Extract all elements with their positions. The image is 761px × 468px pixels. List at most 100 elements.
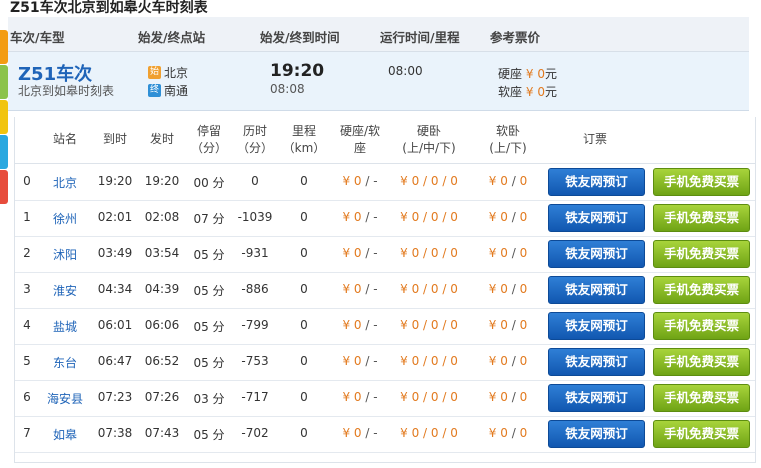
table-row: 2 沭阳 03:49 03:54 05 分 -931 0 ¥ 0 / - ¥ 0… [15, 236, 755, 273]
table-row: 5 东台 06:47 06:52 05 分 -753 0 ¥ 0 / - ¥ 0… [15, 344, 755, 381]
header-train: 车次/车型 [10, 30, 65, 45]
mobile-buy-button[interactable]: 手机免费买票 [653, 384, 750, 412]
row-depart: 07:26 [144, 390, 180, 404]
side-tab-blue[interactable] [0, 135, 8, 169]
row-arrive: 06:47 [97, 354, 133, 368]
mobile-buy-button[interactable]: 手机免费买票 [653, 204, 750, 232]
th-mileage-line1: 里程 [291, 124, 316, 138]
start-station: 始 北京 [148, 64, 188, 81]
row-hard-sleeper-price: ¥ 0 / 0 / 0 [393, 210, 465, 224]
mobile-buy-button[interactable]: 手机免费买票 [653, 240, 750, 268]
book-online-button[interactable]: 铁友网预订 [548, 348, 645, 376]
page-title: Z51车次北京到如皋火车时刻表 [10, 0, 208, 16]
price-lower: 0 [519, 282, 528, 296]
start-station-icon: 始 [148, 66, 161, 79]
price-sep: / [511, 426, 516, 440]
row-station-link[interactable]: 淮安 [45, 282, 85, 299]
th-elapsed-line1: 历时 [242, 124, 267, 138]
price-value: 0 [411, 210, 420, 224]
price-sep: / - [365, 282, 378, 296]
row-station-link[interactable]: 如皋 [45, 426, 85, 443]
book-online-button[interactable]: 铁友网预订 [548, 276, 645, 304]
th-mileage: 里程 （km） [281, 123, 327, 157]
price-lower: 0 [519, 390, 528, 404]
fare-soft-seat: 软座 ¥ 0元 [498, 83, 557, 100]
book-online-button[interactable]: 铁友网预订 [548, 312, 645, 340]
price-sep: / - [365, 174, 378, 188]
row-station-link[interactable]: 徐州 [45, 210, 85, 227]
book-online-button[interactable]: 铁友网预订 [548, 420, 645, 448]
price-currency: ¥ [488, 174, 497, 188]
row-elapsed: -931 [241, 246, 269, 260]
price-lower: 0 [450, 354, 458, 368]
row-index: 1 [23, 210, 31, 224]
row-soft-sleeper-price: ¥ 0 / 0 [478, 390, 538, 404]
row-hard-sleeper-price: ¥ 0 / 0 / 0 [393, 318, 465, 332]
row-arrive: 04:34 [97, 282, 133, 296]
row-station-link[interactable]: 海安县 [45, 390, 85, 407]
row-hard-sleeper-price: ¥ 0 / 0 / 0 [393, 246, 465, 260]
row-seat-price: ¥ 0 / - [332, 318, 388, 332]
row-index: 5 [23, 354, 31, 368]
mobile-buy-button[interactable]: 手机免费买票 [653, 312, 750, 340]
price-lower: 0 [519, 174, 528, 188]
header-fare: 参考票价 [490, 30, 541, 45]
price-sep: / - [365, 354, 378, 368]
price-value: 0 [353, 282, 362, 296]
th-seat: 硬座/软 座 [332, 123, 388, 157]
price-lower: 0 [519, 426, 528, 440]
th-soft-sleeper: 软卧 (上/下) [478, 123, 538, 157]
row-soft-sleeper-price: ¥ 0 / 0 [478, 426, 538, 440]
price-currency: ¥ [400, 354, 408, 368]
price-sep: / - [365, 210, 378, 224]
table-row: 3 淮安 04:34 04:39 05 分 -886 0 ¥ 0 / - ¥ 0… [15, 272, 755, 309]
row-station-link[interactable]: 东台 [45, 354, 85, 371]
price-value: 0 [500, 282, 508, 296]
row-depart: 04:39 [144, 282, 180, 296]
price-currency: ¥ [400, 174, 408, 188]
price-currency: ¥ [400, 246, 408, 260]
price-sep: / [511, 390, 516, 404]
th-mileage-line2: （km） [282, 141, 326, 155]
row-seat-price: ¥ 0 / - [332, 246, 388, 260]
fare-currency: ¥ [525, 85, 534, 99]
book-online-button[interactable]: 铁友网预订 [548, 204, 645, 232]
price-currency: ¥ [342, 426, 351, 440]
row-elapsed: -1039 [237, 210, 273, 224]
fare-value: 0 [537, 85, 545, 99]
book-online-button[interactable]: 铁友网预订 [548, 240, 645, 268]
price-currency: ¥ [400, 210, 408, 224]
left-side-tabs [0, 30, 8, 205]
side-tab-green[interactable] [0, 65, 8, 99]
price-value: 0 [353, 210, 362, 224]
book-online-button[interactable]: 铁友网预订 [548, 384, 645, 412]
mobile-buy-button[interactable]: 手机免费买票 [653, 420, 750, 448]
row-station-link[interactable]: 沭阳 [45, 246, 85, 263]
summary-header: 车次/车型 始发/终点站 始发/终到时间 运行时间/里程 参考票价 [8, 17, 749, 52]
fare-unit: 元 [544, 67, 557, 81]
price-value: 0 [411, 354, 420, 368]
row-depart: 03:54 [144, 246, 180, 260]
book-online-button[interactable]: 铁友网预订 [548, 168, 645, 196]
th-soft-sleeper-line1: 软卧 [495, 124, 520, 138]
price-middle: / 0 / [423, 246, 447, 260]
row-stop: 03 分 [193, 392, 225, 406]
price-value: 0 [500, 426, 508, 440]
mobile-buy-button[interactable]: 手机免费买票 [653, 168, 750, 196]
price-middle: / 0 / [423, 426, 447, 440]
side-tab-red[interactable] [0, 170, 8, 204]
train-summary: Z51车次 北京到如皋时刻表 始 北京 终 南通 19:20 08:08 08:… [8, 52, 749, 111]
mobile-buy-button[interactable]: 手机免费买票 [653, 348, 750, 376]
th-elapsed-line2: （分） [236, 141, 273, 155]
row-soft-sleeper-price: ¥ 0 / 0 [478, 210, 538, 224]
row-arrive: 03:49 [97, 246, 133, 260]
th-depart: 发时 [149, 132, 174, 146]
row-station-link[interactable]: 盐城 [45, 318, 85, 335]
fare-unit: 元 [544, 85, 557, 99]
side-tab-orange[interactable] [0, 30, 8, 64]
th-elapsed: 历时 （分） [233, 123, 277, 157]
side-tab-yellow[interactable] [0, 100, 8, 134]
row-station-link[interactable]: 北京 [45, 174, 85, 191]
mobile-buy-button[interactable]: 手机免费买票 [653, 276, 750, 304]
price-sep: / - [365, 426, 378, 440]
